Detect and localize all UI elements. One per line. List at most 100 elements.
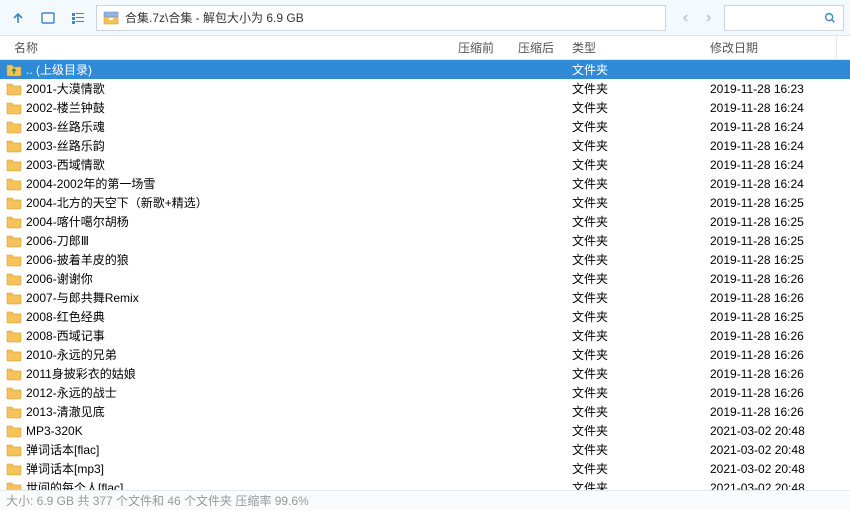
col-date[interactable]: 修改日期 [710, 39, 850, 56]
list-item[interactable]: 弹词话本[flac]文件夹2021-03-02 20:48 [0, 440, 850, 459]
item-name: 2007-与郎共舞Remix [26, 289, 440, 306]
list-item[interactable]: 弹词话本[mp3]文件夹2021-03-02 20:48 [0, 459, 850, 478]
item-date: 文件夹 [560, 346, 710, 363]
folder-icon [6, 138, 22, 154]
folder-icon [6, 290, 22, 306]
folder-icon [6, 423, 22, 439]
col-type[interactable]: 类型 [560, 39, 710, 56]
path-text: 合集.7z\合集 - 解包大小为 6.9 GB [125, 9, 304, 26]
path-box[interactable]: 合集.7z\合集 - 解包大小为 6.9 GB [96, 5, 666, 31]
folder-icon [6, 176, 22, 192]
up-folder-icon [6, 62, 22, 78]
item-name: 弹词话本[mp3] [26, 460, 440, 477]
item-date: 文件夹 [560, 289, 710, 306]
folder-icon [6, 271, 22, 287]
column-header[interactable]: 名称 压缩前 压缩后 类型 修改日期 [0, 36, 850, 60]
list-item[interactable]: 2006-披着羊皮的狼文件夹2019-11-28 16:25 [0, 250, 850, 269]
list-item[interactable]: 2004-北方的天空下（新歌+精选）文件夹2019-11-28 16:25 [0, 193, 850, 212]
item-name: 2012-永远的战士 [26, 384, 440, 401]
item-name: 世间的每个人[flac] [26, 479, 440, 490]
folder-icon [6, 214, 22, 230]
file-list[interactable]: .. (上级目录)文件夹2001-大漠情歌文件夹2019-11-28 16:23… [0, 60, 850, 490]
item-date: 文件夹 [560, 460, 710, 477]
list-item[interactable]: 世间的每个人[flac]文件夹2021-03-02 20:48 [0, 478, 850, 490]
item-date: 文件夹 [560, 308, 710, 325]
list-item[interactable]: 2006-谢谢你文件夹2019-11-28 16:26 [0, 269, 850, 288]
item-date: 文件夹 [560, 99, 710, 116]
item-date: 文件夹 [560, 422, 710, 439]
item-name: 2013-清澈见底 [26, 403, 440, 420]
status-bar: 大小: 6.9 GB 共 377 个文件和 46 个文件夹 压缩率 99.6% [0, 490, 850, 510]
folder-icon [6, 233, 22, 249]
item-name: 2006-谢谢你 [26, 270, 440, 287]
col-compressed-before[interactable]: 压缩前 [440, 39, 500, 56]
forward-arrow[interactable] [698, 6, 718, 30]
item-name: 2006-披着羊皮的狼 [26, 251, 440, 268]
list-item[interactable]: 2001-大漠情歌文件夹2019-11-28 16:23 [0, 79, 850, 98]
folder-icon [6, 328, 22, 344]
open-icon[interactable] [36, 6, 60, 30]
item-date: 文件夹 [560, 441, 710, 458]
list-item[interactable]: 2012-永远的战士文件夹2019-11-28 16:26 [0, 383, 850, 402]
search-box[interactable] [724, 5, 844, 31]
list-item[interactable]: 2004-2002年的第一场雪文件夹2019-11-28 16:24 [0, 174, 850, 193]
item-date: 文件夹 [560, 384, 710, 401]
search-icon [823, 11, 837, 25]
folder-icon [6, 385, 22, 401]
nav-arrows [676, 6, 718, 30]
item-date: 文件夹 [560, 80, 710, 97]
folder-icon [6, 347, 22, 363]
item-name: MP3-320K [26, 424, 440, 438]
list-item[interactable]: MP3-320K文件夹2021-03-02 20:48 [0, 421, 850, 440]
folder-icon [6, 461, 22, 477]
folder-icon [6, 195, 22, 211]
view-list-icon[interactable] [66, 6, 90, 30]
item-name: 2006-刀郎Ⅲ [26, 232, 440, 249]
list-item[interactable]: 2013-清澈见底文件夹2019-11-28 16:26 [0, 402, 850, 421]
folder-icon [6, 157, 22, 173]
list-item[interactable]: 2003-丝路乐魂文件夹2019-11-28 16:24 [0, 117, 850, 136]
item-name: 2008-红色经典 [26, 308, 440, 325]
up-button[interactable] [6, 6, 30, 30]
back-arrow[interactable] [676, 6, 696, 30]
item-name: 2011身披彩衣的姑娘 [26, 365, 440, 382]
item-name: 2003-西域情歌 [26, 156, 440, 173]
list-item[interactable]: 2010-永远的兄弟文件夹2019-11-28 16:26 [0, 345, 850, 364]
list-item[interactable]: .. (上级目录)文件夹 [0, 60, 850, 79]
list-item[interactable]: 2002-楼兰钟鼓文件夹2019-11-28 16:24 [0, 98, 850, 117]
item-name: 2010-永远的兄弟 [26, 346, 440, 363]
item-name: 2008-西域记事 [26, 327, 440, 344]
col-compressed-after[interactable]: 压缩后 [500, 39, 560, 56]
item-date: 文件夹 [560, 137, 710, 154]
item-date: 文件夹 [560, 118, 710, 135]
item-date: 文件夹 [560, 251, 710, 268]
list-item[interactable]: 2004-喀什噶尔胡杨文件夹2019-11-28 16:25 [0, 212, 850, 231]
item-date: 文件夹 [560, 194, 710, 211]
item-date: 文件夹 [560, 327, 710, 344]
col-name[interactable]: 名称 [14, 39, 440, 56]
list-item[interactable]: 2008-红色经典文件夹2019-11-28 16:25 [0, 307, 850, 326]
list-item[interactable]: 2003-西域情歌文件夹2019-11-28 16:24 [0, 155, 850, 174]
archive-icon [103, 10, 119, 26]
folder-icon [6, 442, 22, 458]
item-name: 2001-大漠情歌 [26, 80, 440, 97]
folder-icon [6, 81, 22, 97]
folder-icon [6, 404, 22, 420]
item-name: 2004-喀什噶尔胡杨 [26, 213, 440, 230]
item-date: 文件夹 [560, 61, 710, 78]
item-date: 文件夹 [560, 479, 710, 490]
folder-icon [6, 100, 22, 116]
folder-icon [6, 366, 22, 382]
list-item[interactable]: 2011身披彩衣的姑娘文件夹2019-11-28 16:26 [0, 364, 850, 383]
list-item[interactable]: 2006-刀郎Ⅲ文件夹2019-11-28 16:25 [0, 231, 850, 250]
list-item[interactable]: 2008-西域记事文件夹2019-11-28 16:26 [0, 326, 850, 345]
list-item[interactable]: 2007-与郎共舞Remix文件夹2019-11-28 16:26 [0, 288, 850, 307]
item-date: 文件夹 [560, 232, 710, 249]
item-date: 文件夹 [560, 365, 710, 382]
item-date: 文件夹 [560, 156, 710, 173]
item-name: 2003-丝路乐魂 [26, 118, 440, 135]
list-item[interactable]: 2003-丝路乐韵文件夹2019-11-28 16:24 [0, 136, 850, 155]
item-name: 2002-楼兰钟鼓 [26, 99, 440, 116]
folder-icon [6, 119, 22, 135]
item-date: 文件夹 [560, 270, 710, 287]
